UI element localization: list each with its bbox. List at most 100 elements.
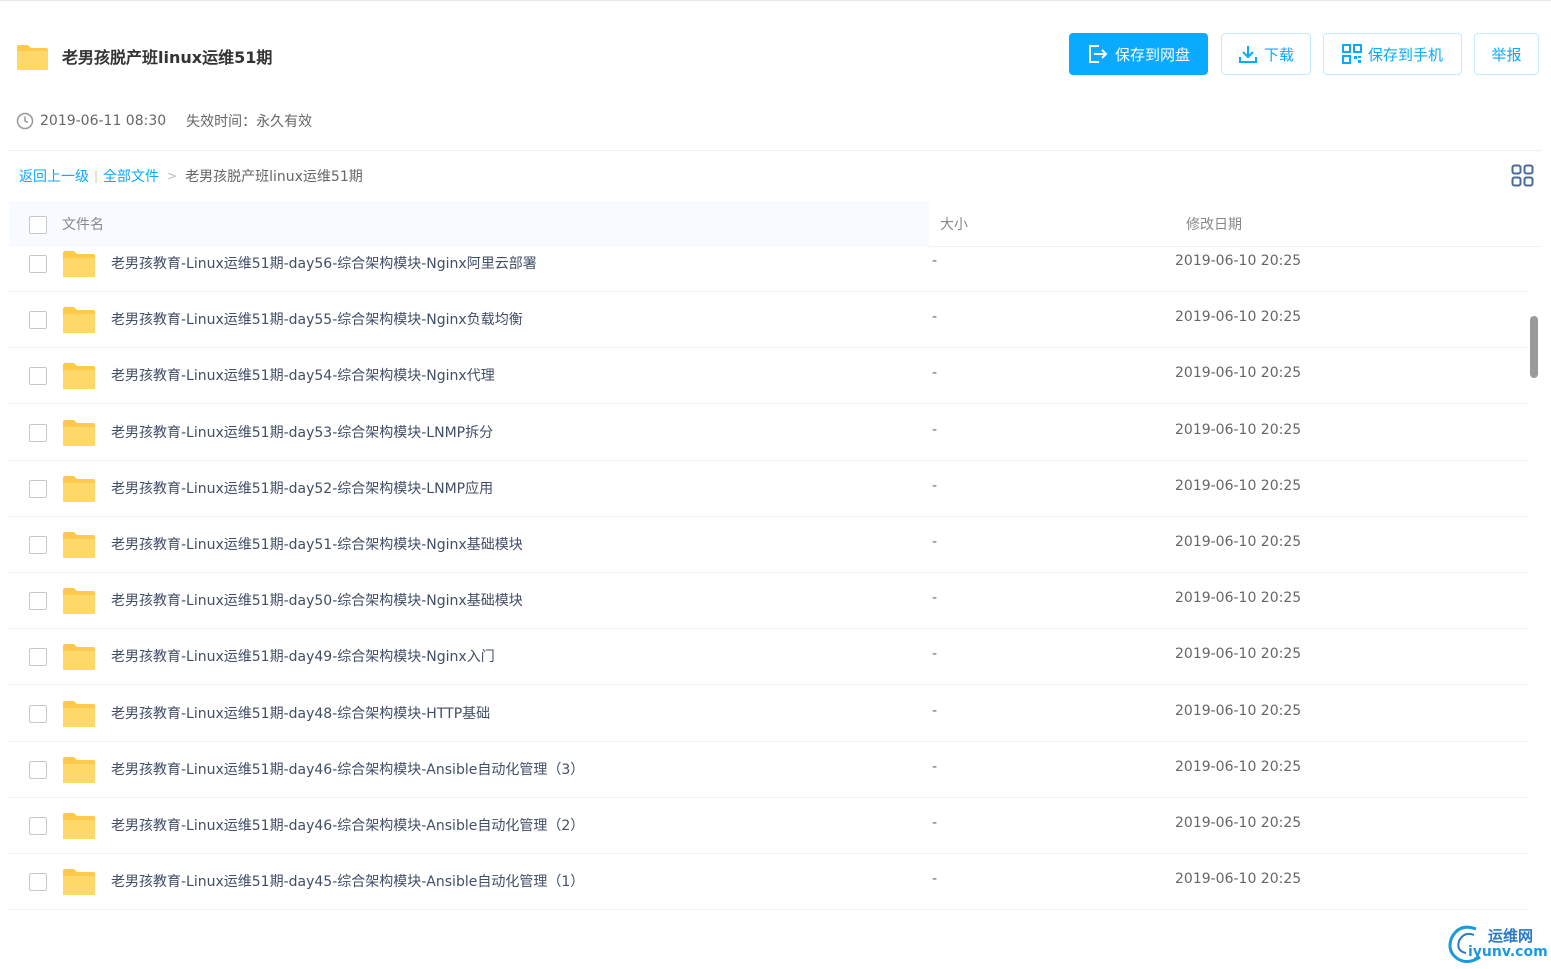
row-checkbox[interactable] xyxy=(29,255,47,273)
table-row[interactable]: 老男孩教育-Linux运维51期-day52-综合架构模块-LNMP应用 - 201… xyxy=(9,461,1528,517)
row-checkbox[interactable] xyxy=(29,367,47,386)
divider xyxy=(9,150,1542,151)
breadcrumb: 返回上一级 | 全部文件 > 老男孩脱产班linux运维51期 xyxy=(19,166,363,186)
table-row[interactable]: 老男孩教育-Linux运维51期-day56-综合架构模块-Nginx阿里云部署… xyxy=(9,247,1528,292)
save-to-disk-button[interactable]: 保存到网盘 xyxy=(1069,33,1208,75)
folder-icon xyxy=(63,644,95,671)
share-title: 老男孩脱产班linux运维51期 xyxy=(62,48,273,67)
file-date: 2019-06-10 20:25 xyxy=(1175,646,1302,663)
file-name-link[interactable]: 老男孩教育-Linux运维51期-day49-综合架构模块-Nginx入门 xyxy=(111,646,495,666)
qrcode-icon xyxy=(1341,44,1362,64)
table-row[interactable]: 老男孩教育-Linux运维51期-day51-综合架构模块-Nginx基础模块 -… xyxy=(9,517,1528,573)
folder-icon xyxy=(63,588,95,615)
scrollbar-thumb[interactable] xyxy=(1530,316,1538,378)
folder-icon xyxy=(63,813,95,839)
file-size: - xyxy=(932,534,938,550)
column-size-header[interactable]: 大小 xyxy=(940,214,968,234)
grid-view-icon[interactable] xyxy=(1511,164,1534,187)
folder-icon xyxy=(63,307,95,334)
file-date: 2019-06-10 20:25 xyxy=(1175,871,1302,888)
table-row[interactable]: 老男孩教育-Linux运维51期-day45-综合架构模块-Ansible自动化… xyxy=(9,854,1528,911)
column-date-header[interactable]: 修改日期 xyxy=(1186,214,1242,234)
table-row[interactable]: 老男孩教育-Linux运维51期-day46-综合架构模块-Ansible自动化… xyxy=(9,798,1528,854)
folder-icon xyxy=(63,419,95,446)
file-date: 2019-06-10 20:25 xyxy=(1175,815,1302,831)
table-row[interactable]: 老男孩教育-Linux运维51期-day55-综合架构模块-Nginx负载均衡 -… xyxy=(9,292,1528,349)
file-name-link[interactable]: 老男孩教育-Linux运维51期-day46-综合架构模块-Ansible自动化… xyxy=(111,759,584,779)
table-row[interactable]: 老男孩教育-Linux运维51期-day53-综合架构模块-LNMP拆分 - 201… xyxy=(9,405,1528,461)
file-size: - xyxy=(932,871,938,888)
file-name-link[interactable]: 老男孩教育-Linux运维51期-day52-综合架构模块-LNMP应用 xyxy=(111,478,493,498)
breadcrumb-back-link[interactable]: 返回上一级 xyxy=(19,166,89,186)
table-row[interactable]: 老男孩教育-Linux运维51期-day48-综合架构模块-HTTP基础 - 201… xyxy=(9,686,1528,742)
file-size: - xyxy=(932,815,938,831)
table-row[interactable]: 老男孩教育-Linux运维51期-day46-综合架构模块-Ansible自动化… xyxy=(9,742,1528,798)
save-to-phone-button[interactable]: 保存到手机 xyxy=(1323,33,1462,75)
report-label: 举报 xyxy=(1491,45,1522,64)
file-size: - xyxy=(932,253,938,269)
folder-icon xyxy=(63,700,95,727)
file-name-link[interactable]: 老男孩教育-Linux运维51期-day48-综合架构模块-HTTP基础 xyxy=(111,703,490,723)
row-checkbox[interactable] xyxy=(29,592,47,611)
file-size: - xyxy=(932,365,938,382)
name-column-header-bg xyxy=(9,201,929,247)
row-checkbox[interactable] xyxy=(29,479,47,498)
file-date: 2019-06-10 20:25 xyxy=(1175,590,1302,607)
row-checkbox[interactable] xyxy=(29,423,47,442)
select-all-checkbox[interactable] xyxy=(29,216,47,234)
breadcrumb-separator: | xyxy=(94,169,99,183)
clock-icon xyxy=(16,112,34,130)
expire-label: 失效时间： xyxy=(186,114,257,130)
breadcrumb-all-files-link[interactable]: 全部文件 xyxy=(103,166,159,186)
folder-icon xyxy=(63,475,95,502)
save-to-disk-label: 保存到网盘 xyxy=(1114,45,1190,64)
file-name-link[interactable]: 老男孩教育-Linux运维51期-day54-综合架构模块-Nginx代理 xyxy=(111,365,495,385)
folder-icon xyxy=(63,756,95,783)
file-list-header: 文件名 大小 修改日期 xyxy=(9,201,1542,247)
row-checkbox[interactable] xyxy=(29,760,47,779)
file-size: - xyxy=(932,646,938,663)
watermark-en: iyunv.com xyxy=(1468,944,1548,960)
file-name-link[interactable]: 老男孩教育-Linux运维51期-day53-综合架构模块-LNMP拆分 xyxy=(111,422,493,442)
file-size: - xyxy=(932,421,938,438)
folder-icon xyxy=(63,532,95,558)
table-row[interactable]: 老男孩教育-Linux运维51期-day54-综合架构模块-Nginx代理 - 20… xyxy=(9,348,1528,405)
file-name-link[interactable]: 老男孩教育-Linux运维51期-day55-综合架构模块-Nginx负载均衡 xyxy=(111,309,523,329)
folder-icon xyxy=(63,363,95,390)
table-row[interactable]: 老男孩教育-Linux运维51期-day49-综合架构模块-Nginx入门 - 20… xyxy=(9,629,1528,686)
folder-icon xyxy=(17,45,48,70)
column-name-header[interactable]: 文件名 xyxy=(62,214,104,234)
file-date: 2019-06-10 20:25 xyxy=(1175,309,1302,326)
file-size: - xyxy=(932,702,938,719)
save-to-disk-icon xyxy=(1088,45,1108,63)
file-size: - xyxy=(932,477,938,494)
row-checkbox[interactable] xyxy=(29,817,47,835)
report-button[interactable]: 举报 xyxy=(1474,33,1539,75)
created-time: 2019-06-11 08:30 xyxy=(40,113,167,129)
row-checkbox[interactable] xyxy=(29,704,47,723)
share-meta: 2019-06-11 08:30 失效时间： 永久有效 xyxy=(16,110,312,132)
breadcrumb-chevron-icon: > xyxy=(167,169,178,183)
table-row[interactable]: 老男孩教育-Linux运维51期-day50-综合架构模块-Nginx基础模块 -… xyxy=(9,573,1528,630)
row-checkbox[interactable] xyxy=(29,311,47,330)
file-date: 2019-06-10 20:25 xyxy=(1175,253,1302,269)
save-to-phone-label: 保存到手机 xyxy=(1367,45,1443,64)
file-name-link[interactable]: 老男孩教育-Linux运维51期-day45-综合架构模块-Ansible自动化… xyxy=(111,871,584,891)
file-name-link[interactable]: 老男孩教育-Linux运维51期-day51-综合架构模块-Nginx基础模块 xyxy=(111,534,523,554)
file-name-link[interactable]: 老男孩教育-Linux运维51期-day50-综合架构模块-Nginx基础模块 xyxy=(111,590,523,610)
breadcrumb-current: 老男孩脱产班linux运维51期 xyxy=(185,169,363,185)
file-name-link[interactable]: 老男孩教育-Linux运维51期-day46-综合架构模块-Ansible自动化… xyxy=(111,815,584,835)
row-checkbox[interactable] xyxy=(29,648,47,667)
file-list: 老男孩教育-Linux运维51期-day56-综合架构模块-Nginx阿里云部署… xyxy=(9,247,1528,912)
folder-icon xyxy=(63,251,95,277)
folder-icon xyxy=(63,869,95,896)
file-size: - xyxy=(932,309,938,326)
download-button[interactable]: 下载 xyxy=(1221,33,1311,75)
row-checkbox[interactable] xyxy=(29,536,47,554)
file-date: 2019-06-10 20:25 xyxy=(1175,365,1302,382)
expire-value: 永久有效 xyxy=(256,114,313,130)
watermark-logo: 运维网 iyunv.com xyxy=(1446,921,1548,965)
share-header: 老男孩脱产班linux运维51期 保存到网盘 下载 保存到手机 举报 xyxy=(0,0,1551,110)
row-checkbox[interactable] xyxy=(29,873,47,892)
file-name-link[interactable]: 老男孩教育-Linux运维51期-day56-综合架构模块-Nginx阿里云部署 xyxy=(111,253,537,273)
